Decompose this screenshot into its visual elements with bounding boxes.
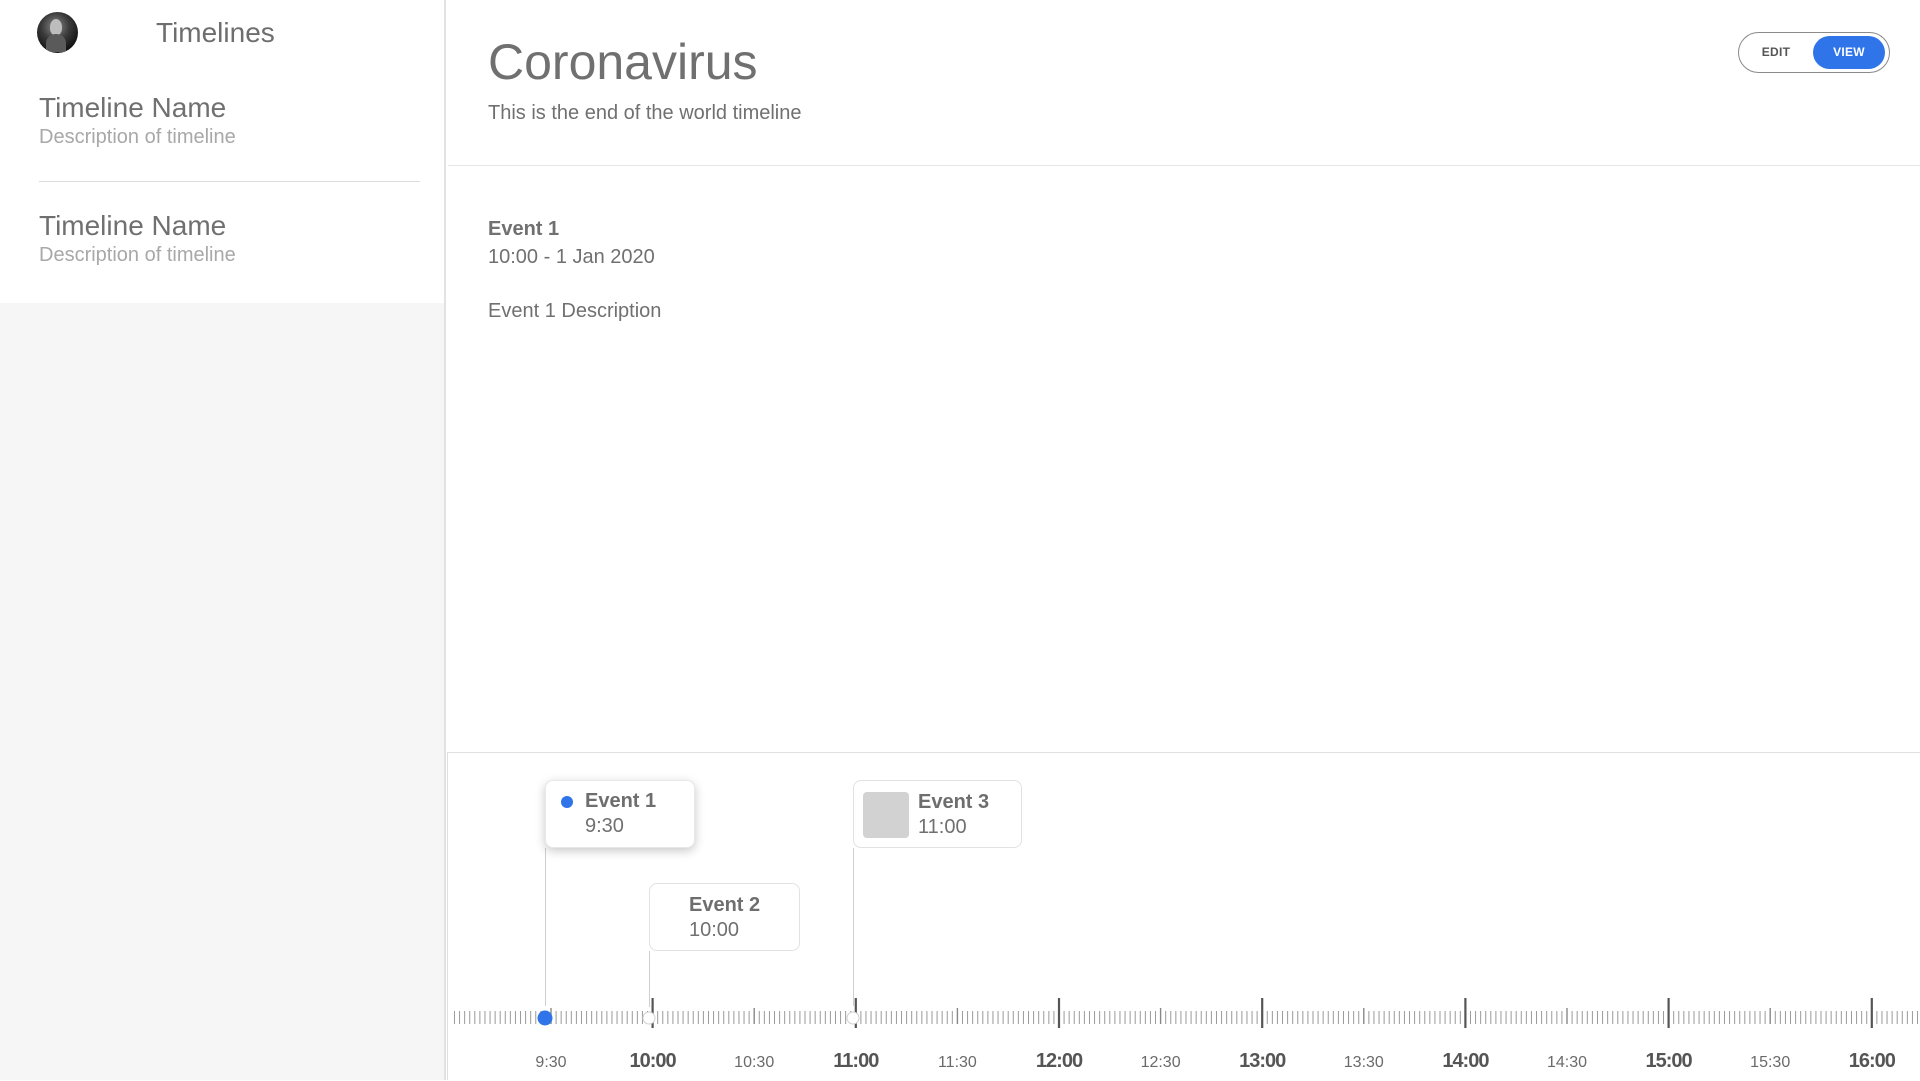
event-detail: Event 1 10:00 - 1 Jan 2020 Event 1 Descr… [488,216,1488,324]
ruler-time-label: 14:00 [1442,1050,1489,1072]
event-marker-3[interactable] [846,1011,860,1025]
ruler-time-label: 15:00 [1646,1050,1693,1072]
ruler-time-label: 9:30 [535,1054,566,1071]
event-card-3[interactable]: Event 3 11:00 [853,780,1022,848]
event-thumbnail-image [863,792,909,838]
event-card-2[interactable]: Event 2 10:00 [649,883,800,951]
event-detail-datetime: 10:00 - 1 Jan 2020 [488,246,655,268]
event-detail-description: Event 1 Description [488,300,662,322]
sidebar: Timelines Timeline Name Description of t… [0,0,446,1080]
ruler-time-label: 12:30 [1141,1054,1181,1071]
app-title: Timelines [156,17,275,48]
page-subtitle: This is the end of the world timeline [488,102,802,124]
list-divider [39,181,420,182]
timeline-list-item[interactable]: Timeline Name Description of timeline [39,210,419,268]
page-title: Coronavirus [488,34,758,90]
ruler-time-label: 13:30 [1344,1054,1384,1071]
ruler-time-label: 13:00 [1239,1050,1286,1072]
timeline-item-name: Timeline Name [39,92,227,123]
edit-mode-button[interactable]: EDIT [1747,37,1805,68]
event-detail-title: Event 1 [488,218,560,240]
event-card-time: 10:00 [689,919,740,941]
avatar[interactable] [37,12,78,53]
ruler-time-label: 16:00 [1849,1050,1896,1072]
timeline-list-panel: Timelines Timeline Name Description of t… [0,0,444,303]
timeline-item-name: Timeline Name [39,210,227,241]
ruler-time-label: 10:00 [630,1050,677,1072]
ruler-time-label: 11:30 [938,1054,977,1071]
active-event-dot-icon [561,796,573,808]
timeline-item-description: Description of timeline [39,244,236,266]
event-card-title: Event 1 [585,790,657,812]
event-card-title: Event 3 [918,791,990,813]
avatar-figure-head [50,19,62,35]
ruler-time-label: 14:30 [1547,1054,1587,1071]
event-card-time: 11:00 [918,816,967,838]
event-card-1[interactable]: Event 1 9:30 [545,780,695,848]
event-card-title: Event 2 [689,894,761,916]
main-header: Coronavirus This is the end of the world… [448,0,1920,166]
view-mode-button[interactable]: VIEW [1813,36,1885,69]
ruler-time-label: 10:30 [734,1054,774,1071]
mode-toggle[interactable]: EDIT VIEW [1738,32,1890,73]
ruler-time-label: 12:00 [1036,1050,1083,1072]
avatar-figure-body [46,34,66,52]
timeline-item-description: Description of timeline [39,126,236,148]
timeline-list-item[interactable]: Timeline Name Description of timeline [39,92,419,150]
event-card-time: 9:30 [585,815,624,837]
event-marker-2[interactable] [642,1011,656,1025]
ruler-time-label: 15:30 [1750,1054,1790,1071]
event-marker-1[interactable] [537,1010,553,1026]
ruler-time-label: 11:00 [833,1050,879,1072]
timeline-area[interactable]: 9:30 10:00 10:30 11:00 11:30 12:00 12:30 13:00 1… [447,752,1920,1080]
